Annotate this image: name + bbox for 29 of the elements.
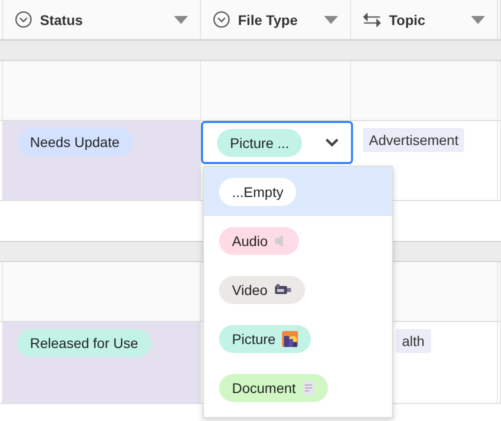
caret-icon[interactable] (174, 16, 188, 24)
projector-icon (274, 282, 292, 296)
file-type-tag: Picture ... (217, 128, 302, 156)
swap-arrows-icon (363, 12, 381, 26)
cityscape-icon (282, 330, 298, 346)
option-label: Audio (232, 232, 268, 248)
column-header[interactable]: Status (40, 12, 166, 28)
chevron-circle-icon (15, 11, 32, 28)
caret-icon[interactable] (471, 16, 485, 24)
status-tag: Released for Use (17, 329, 152, 357)
option-label: ...Empty (232, 184, 284, 200)
option-label: Picture (232, 330, 276, 346)
dropdown-option[interactable]: Document (204, 363, 392, 412)
column-header[interactable]: Topic (389, 12, 463, 28)
topic-tag: Advertisement (363, 128, 464, 152)
caret-icon[interactable] (324, 16, 338, 24)
dropdown-option[interactable]: Audio (204, 216, 392, 265)
column-header[interactable]: File Type (238, 12, 316, 28)
dropdown-option[interactable]: Video (204, 265, 392, 314)
dropdown-option[interactable]: ...Empty (204, 167, 392, 216)
option-label: Video (232, 282, 268, 298)
option-label: Document (232, 380, 296, 396)
dropdown-option[interactable]: Picture (204, 314, 392, 363)
chevron-down-icon[interactable] (325, 138, 339, 147)
chevron-circle-icon (213, 11, 230, 28)
document-icon (302, 380, 315, 396)
speaker-icon (274, 234, 286, 248)
status-tag: Needs Update (17, 128, 133, 156)
topic-tag: alth (396, 329, 431, 353)
